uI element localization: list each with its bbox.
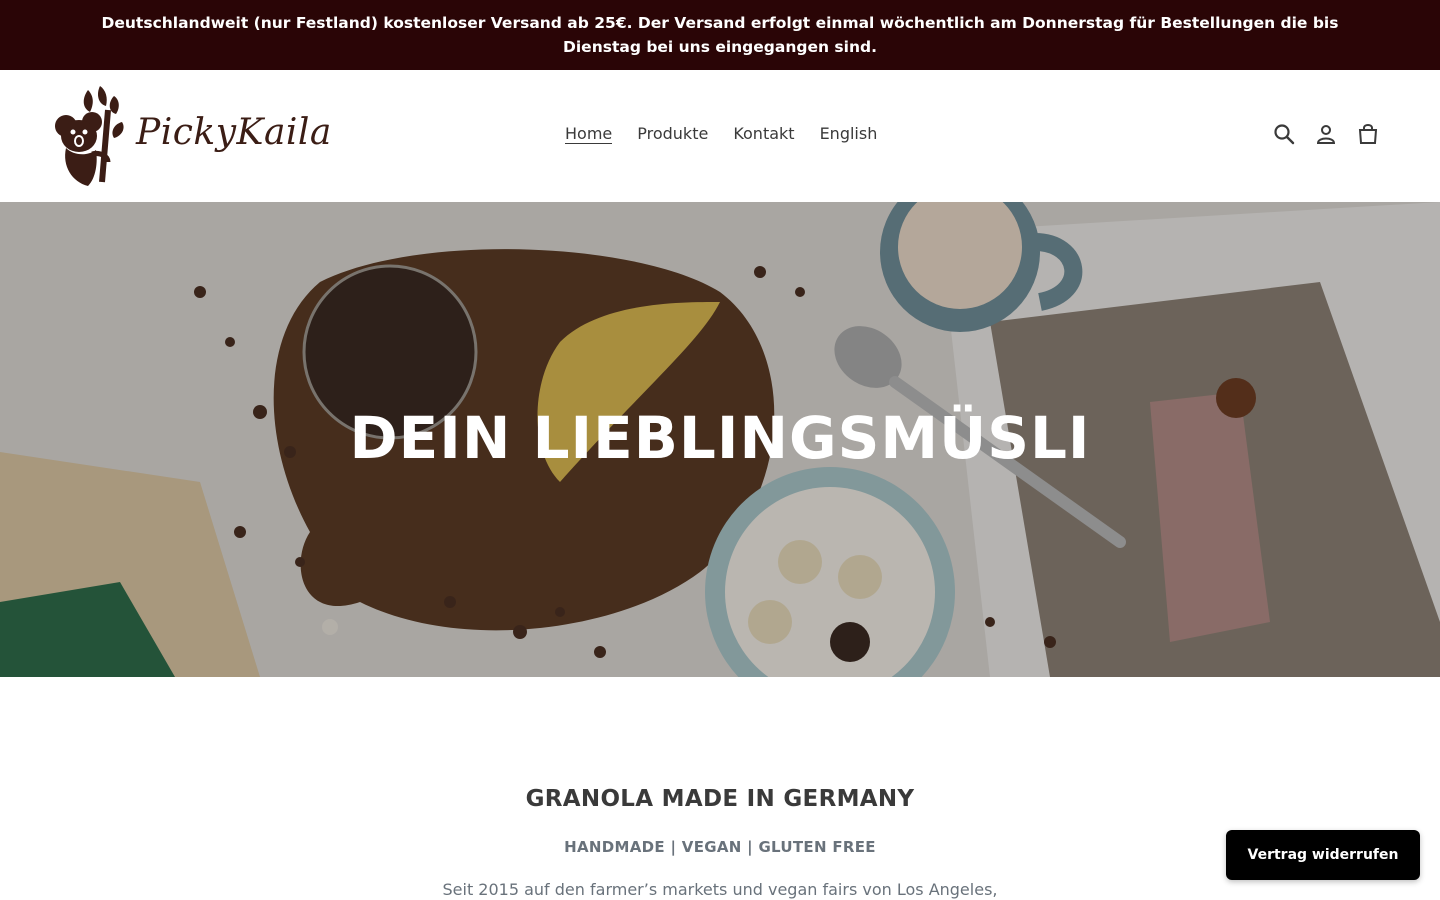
nav-item-produkte[interactable]: Produkte [627,122,718,146]
header-icons [1272,122,1380,146]
hero-banner: DEIN LIEBLINGSMÜSLI [0,202,1440,677]
revoke-contract-button[interactable]: Vertrag widerrufen [1226,830,1420,880]
nav-item-home[interactable]: Home [555,122,622,146]
account-icon[interactable] [1314,122,1338,146]
logo[interactable]: PickyKaila [52,82,331,190]
announcement-text: Deutschlandweit (nur Festland) kostenlos… [101,14,1339,56]
section-title: GRANOLA MADE IN GERMANY [525,786,915,812]
nav-item-kontakt[interactable]: Kontakt [723,122,804,146]
section-subtitle: HANDMADE | VEGAN | GLUTEN FREE [564,838,876,856]
koala-logo-icon [55,86,124,186]
main-nav: Home Produkte Kontakt English [555,122,892,146]
cart-icon[interactable] [1356,122,1380,146]
hero-title: DEIN LIEBLINGSMÜSLI [349,404,1091,472]
announcement-bar: Deutschlandweit (nur Festland) kostenlos… [0,0,1440,70]
nav-item-english[interactable]: English [810,122,888,146]
intro-text: Seit 2015 auf den farmer’s markets und v… [442,880,998,899]
site-header: PickyKaila Home Produkte Kontakt English [0,70,1440,202]
search-icon[interactable] [1272,122,1296,146]
logo-text: PickyKaila [136,112,332,153]
